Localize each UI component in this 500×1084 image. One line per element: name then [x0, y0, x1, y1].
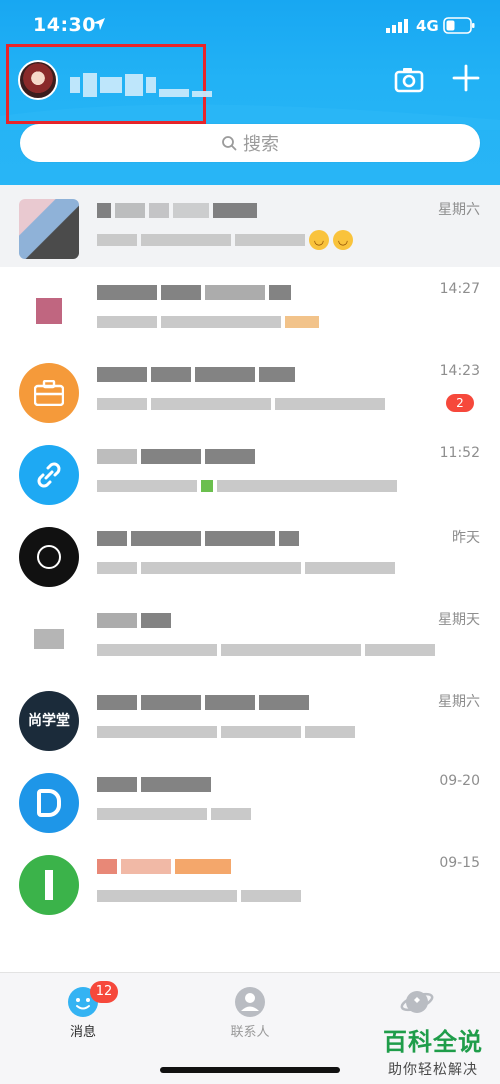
my-nickname-blurred[interactable] [70, 66, 250, 104]
conversation-avatar [19, 445, 79, 505]
conversation-avatar [19, 199, 79, 259]
conversation-name-blurred [97, 531, 299, 547]
watermark-logo: 百科全说 助你轻松解决 [376, 1022, 490, 1079]
conversation-name-blurred [97, 367, 295, 383]
conversation-time: 昨天 [452, 530, 480, 546]
conversation-avatar [19, 773, 79, 833]
conversation-name-blurred [97, 203, 257, 219]
conversation-preview-blurred [97, 643, 435, 657]
home-indicator[interactable] [160, 1067, 340, 1073]
status-bar: 14:30 4G [0, 0, 500, 50]
conversation-name-blurred [97, 695, 309, 711]
location-arrow-icon [93, 18, 105, 30]
conversation-time: 14:23 [439, 363, 480, 379]
conversation-item[interactable]: 尚学堂 星期六 [0, 677, 500, 759]
grin-emoji-icon: ◡ [309, 230, 329, 250]
conversation-preview-blurred [97, 725, 355, 739]
conversation-name-blurred [97, 449, 255, 465]
network-label: 4G [416, 17, 439, 35]
search-icon [222, 136, 237, 151]
conversation-preview-blurred [97, 397, 385, 411]
conversation-time: 星期天 [438, 612, 480, 628]
conversation-name-blurred [97, 613, 171, 629]
status-time: 14:30 [33, 14, 96, 36]
conversation-time: 09-15 [439, 855, 480, 871]
conversation-item[interactable]: 14:27 [0, 267, 500, 349]
plus-icon[interactable] [452, 64, 480, 92]
my-avatar[interactable] [18, 60, 58, 100]
conversation-item[interactable]: 星期天 [0, 595, 500, 677]
tab-label: 消息 [69, 1025, 96, 1040]
tab-contacts[interactable]: 联系人 [205, 985, 295, 1040]
camera-icon[interactable] [394, 64, 424, 94]
unread-badge: 2 [446, 394, 474, 412]
conversation-avatar: 尚学堂 [19, 691, 79, 751]
contacts-icon [235, 987, 265, 1017]
conversation-avatar [19, 609, 79, 669]
conversation-time: 11:52 [439, 445, 480, 461]
watermark-title: 百科全说 [383, 1028, 483, 1056]
conversation-item[interactable]: 09-15 [0, 841, 500, 923]
conversation-avatar [19, 363, 79, 423]
search-placeholder: 搜索 [243, 134, 279, 155]
grin-emoji-icon: ◡ [333, 230, 353, 250]
watermark-subtitle: 助你轻松解决 [388, 1062, 478, 1078]
conversation-name-blurred [97, 777, 211, 793]
battery-icon [443, 17, 475, 34]
link-icon [37, 462, 61, 488]
conversation-item[interactable]: 昨天 [0, 513, 500, 595]
tab-messages[interactable]: 消息 12 [38, 981, 128, 1040]
signal-icon [386, 19, 408, 33]
planet-icon [400, 991, 434, 1013]
conversation-time: 星期六 [438, 694, 480, 710]
conversation-preview-blurred [97, 479, 397, 493]
conversation-item[interactable]: ◡ ◡ 星期六 [0, 185, 500, 267]
conversation-item[interactable]: 14:23 2 [0, 349, 500, 431]
conversation-preview-blurred [97, 807, 251, 821]
conversation-item[interactable]: 09-20 [0, 759, 500, 841]
tab-explore[interactable] [372, 985, 462, 1019]
briefcase-icon [34, 380, 64, 406]
conversation-time: 09-20 [439, 773, 480, 789]
conversation-avatar [19, 855, 79, 915]
search-input[interactable]: 搜索 [20, 124, 480, 162]
conversation-time: 14:27 [439, 281, 480, 297]
conversation-preview-blurred: ◡ ◡ [97, 230, 353, 250]
conversation-name-blurred [97, 859, 231, 875]
conversation-list: ◡ ◡ 星期六 14:27 14:23 2 11:52 昨天 星期天 尚学堂 星… [0, 185, 500, 923]
conversation-preview-blurred [97, 889, 301, 903]
conversation-preview-blurred [97, 315, 319, 329]
conversation-avatar [19, 527, 79, 587]
conversation-time: 星期六 [438, 202, 480, 218]
avatar-text: 尚学堂 [28, 712, 70, 729]
conversation-item[interactable]: 11:52 [0, 431, 500, 513]
tab-unread-badge: 12 [90, 981, 118, 1003]
tab-label: 联系人 [230, 1025, 270, 1040]
conversation-preview-blurred [97, 561, 395, 575]
conversation-avatar [19, 281, 79, 341]
conversation-name-blurred [97, 285, 291, 301]
